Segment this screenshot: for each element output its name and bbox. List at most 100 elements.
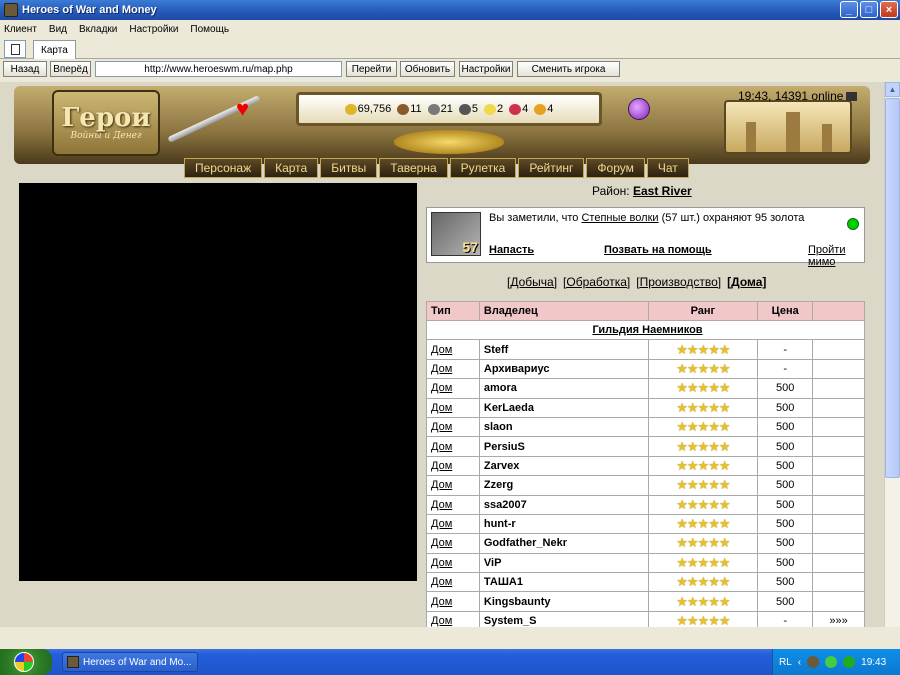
green-tray-icon[interactable]	[825, 656, 838, 668]
house-link[interactable]: Дом	[431, 402, 452, 414]
logout-icon[interactable]	[846, 92, 858, 102]
call-help-link[interactable]: Позвать на помощь	[604, 244, 712, 256]
house-link[interactable]: Дом	[431, 363, 452, 375]
tray-expand-icon[interactable]: ‹	[798, 657, 801, 668]
close-button[interactable]: ×	[880, 1, 898, 18]
go-button[interactable]: Перейти	[346, 61, 397, 77]
menu-tabs[interactable]: Вкладки	[79, 24, 117, 35]
house-link[interactable]: Дом	[431, 499, 452, 511]
extra-cell[interactable]	[812, 378, 865, 399]
house-link[interactable]: Дом	[431, 518, 452, 530]
house-type-cell: Дом	[426, 610, 480, 627]
mercury-icon	[458, 103, 471, 115]
house-link[interactable]: Дом	[431, 479, 452, 491]
extra-cell[interactable]	[812, 591, 865, 612]
nav-rating[interactable]: Рейтинг	[518, 158, 585, 178]
vertical-scrollbar[interactable]: ▲	[884, 82, 900, 627]
extra-cell[interactable]	[812, 494, 865, 515]
extra-cell[interactable]	[812, 572, 865, 593]
document-icon	[10, 43, 20, 55]
game-logo[interactable]: Герои Войны и Денег	[52, 90, 160, 156]
tab-map[interactable]: Карта	[33, 40, 76, 59]
extra-cell[interactable]	[812, 533, 865, 554]
extra-cell[interactable]	[812, 416, 865, 438]
nav-tavern[interactable]: Таверна	[379, 158, 448, 178]
price-cell: 500	[757, 455, 814, 477]
table-row: Дом Zarvex ★★★★★ 500	[426, 455, 865, 477]
refresh-button[interactable]: Обновить	[400, 61, 455, 77]
extra-cell[interactable]	[812, 436, 865, 457]
nav-map[interactable]: Карта	[264, 158, 319, 178]
rank-stars-icon: ★★★★★	[676, 516, 730, 532]
nav-roulette[interactable]: Рулетка	[449, 158, 517, 178]
nav-chat[interactable]: Чат	[646, 158, 689, 178]
menu-help[interactable]: Помощь	[190, 24, 229, 35]
extra-cell[interactable]	[812, 455, 865, 477]
menu-client[interactable]: Клиент	[4, 24, 37, 35]
rank-cell: ★★★★★	[647, 436, 759, 457]
house-link[interactable]: Дом	[431, 421, 452, 433]
house-link[interactable]: Дом	[431, 576, 452, 588]
extra-cell[interactable]	[812, 358, 865, 380]
new-tab-button[interactable]	[4, 40, 26, 58]
game-tray-icon[interactable]	[807, 656, 820, 668]
filter-processing[interactable]: [Обработка]	[563, 275, 630, 289]
maximize-button[interactable]: □	[860, 1, 878, 18]
resource-mercury: 5	[458, 103, 478, 115]
menu-settings[interactable]: Настройки	[129, 24, 178, 35]
map-view[interactable]	[19, 183, 417, 581]
extra-cell[interactable]	[812, 397, 865, 418]
extra-cell[interactable]	[812, 339, 865, 360]
health-heart-icon[interactable]: ♥	[236, 96, 249, 122]
extra-cell[interactable]: »»»	[812, 610, 865, 627]
taskbar-app-item[interactable]: Heroes of War and Mo...	[62, 652, 198, 672]
table-row: Дом ViP ★★★★★ 500	[426, 552, 865, 574]
owner-name: amora	[483, 382, 517, 395]
extra-cell[interactable]	[812, 513, 865, 535]
nav-character[interactable]: Персонаж	[184, 158, 263, 178]
network-tray-icon[interactable]	[843, 656, 856, 668]
filter-production[interactable]: [Производство]	[636, 275, 721, 289]
building-filters: [Добыча] [Обработка] [Производство] [Дом…	[507, 275, 766, 289]
extra-cell[interactable]	[812, 552, 865, 574]
house-link[interactable]: Дом	[431, 441, 452, 453]
rank-cell: ★★★★★	[647, 552, 759, 574]
language-indicator[interactable]: RL	[779, 657, 792, 668]
house-link[interactable]: Дом	[431, 537, 452, 549]
url-field[interactable]: http://www.heroeswm.ru/map.php	[95, 61, 342, 77]
menu-view[interactable]: Вид	[49, 24, 67, 35]
change-player-button[interactable]: Сменить игрока	[517, 61, 620, 77]
guild-link[interactable]: Гильдия Наемников	[426, 319, 865, 341]
nav-forum[interactable]: Форум	[586, 158, 645, 178]
attack-link[interactable]: Напасть	[489, 244, 534, 256]
house-link[interactable]: Дом	[431, 596, 452, 608]
owner-name: Zzerg	[483, 479, 514, 492]
creature-link[interactable]: Степные волки	[581, 212, 658, 224]
filter-mining[interactable]: [Добыча]	[507, 275, 557, 289]
pass-by-link[interactable]: Пройти мимо	[808, 244, 859, 268]
filter-houses[interactable]: [Дома]	[727, 275, 766, 289]
forward-button[interactable]: Вперёд	[50, 61, 91, 77]
district-link[interactable]: East River	[633, 184, 692, 198]
settings-button[interactable]: Настройки	[459, 61, 513, 77]
extra-cell[interactable]	[812, 475, 865, 496]
house-link[interactable]: Дом	[431, 557, 452, 569]
owner-name: slaon	[483, 421, 513, 434]
scroll-thumb[interactable]	[885, 98, 900, 478]
house-link[interactable]: Дом	[431, 615, 452, 627]
house-type-cell: Дом	[426, 455, 480, 477]
back-button[interactable]: Назад	[3, 61, 47, 77]
owner-name: Steff	[483, 343, 509, 356]
house-link[interactable]: Дом	[431, 382, 452, 394]
mana-potion-icon[interactable]	[628, 98, 650, 120]
house-link[interactable]: Дом	[431, 460, 452, 472]
house-link[interactable]: Дом	[431, 344, 452, 356]
nav-battles[interactable]: Битвы	[320, 158, 378, 178]
start-button[interactable]	[0, 649, 52, 675]
scroll-up-icon[interactable]: ▲	[885, 82, 900, 97]
table-row: Дом ТАША1 ★★★★★ 500	[426, 572, 865, 593]
owner-cell: hunt-r	[478, 513, 649, 535]
minimize-button[interactable]: _	[840, 1, 858, 18]
col-type: Тип	[426, 301, 480, 321]
owner-cell: Zarvex	[478, 455, 649, 477]
